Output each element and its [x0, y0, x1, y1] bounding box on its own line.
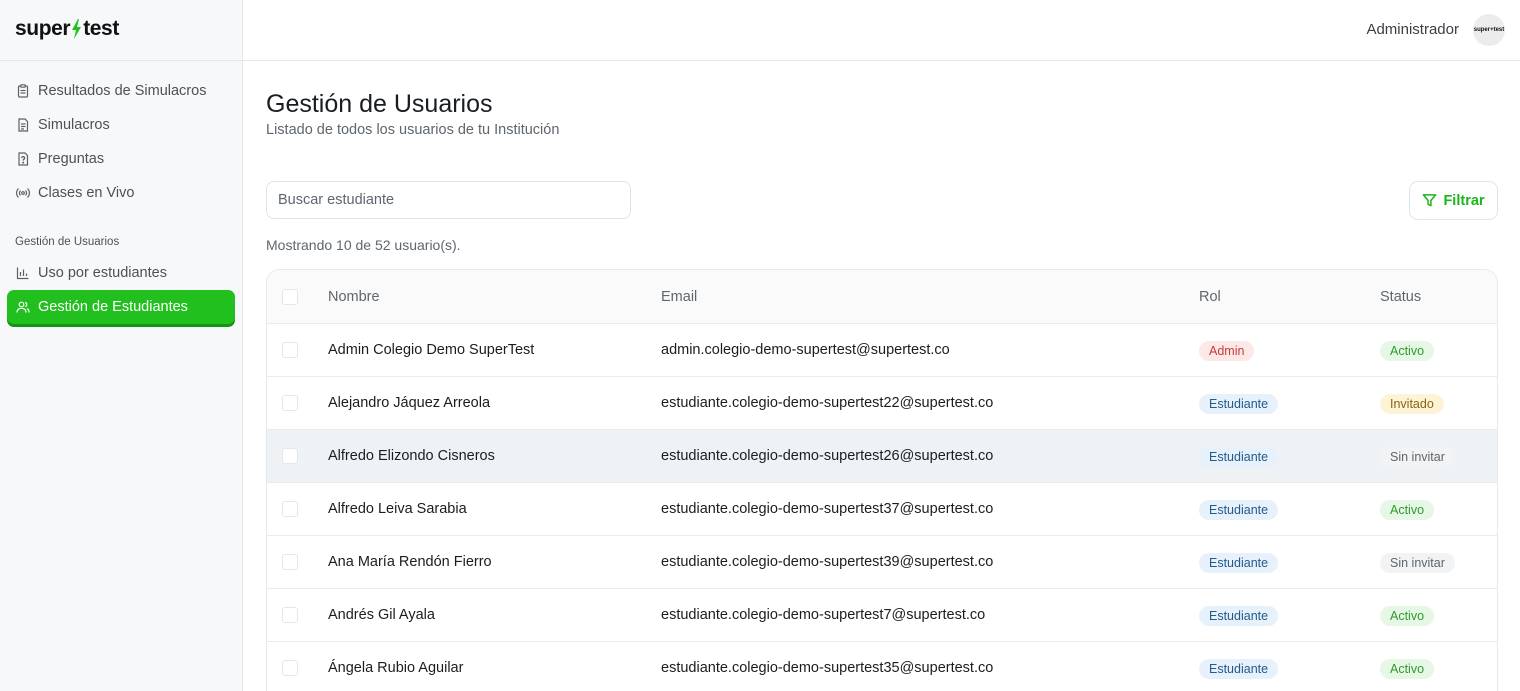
sidebar-item-label: Resultados de Simulacros [38, 83, 207, 99]
table-header: Nombre Email Rol Status [267, 270, 1497, 324]
results-count: Mostrando 10 de 52 usuario(s). [266, 237, 461, 253]
sidebar-item-uso-por-estudiantes[interactable]: Uso por estudiantes [7, 256, 235, 290]
logo-text-super: super [15, 17, 71, 40]
row-checkbox[interactable] [282, 448, 298, 464]
logo-text-test: test [83, 17, 119, 40]
role-badge: Estudiante [1199, 659, 1279, 679]
users-icon [16, 300, 30, 314]
user-email-cell: estudiante.colegio-demo-supertest26@supe… [661, 448, 994, 464]
sidebar-item-label: Simulacros [38, 117, 110, 133]
role-badge: Admin [1199, 341, 1255, 361]
row-checkbox[interactable] [282, 342, 298, 358]
user-name-cell: Ángela Rubio Aguilar [328, 660, 464, 676]
question-file-icon [16, 152, 30, 166]
sidebar-item-gestion-de-estudiantes[interactable]: Gestión de Estudiantes [7, 290, 235, 324]
role-badge: Estudiante [1199, 500, 1279, 520]
status-badge: Sin invitar [1380, 553, 1455, 573]
row-checkbox[interactable] [282, 660, 298, 676]
broadcast-icon [16, 186, 30, 200]
lightning-bolt-icon [72, 19, 82, 39]
user-name-cell: Admin Colegio Demo SuperTest [328, 342, 535, 358]
filter-button[interactable]: Filtrar [1409, 181, 1498, 220]
user-name-cell: Ana María Rendón Fierro [328, 554, 492, 570]
row-checkbox[interactable] [282, 554, 298, 570]
sidebar-item-simulacros[interactable]: Simulacros [7, 108, 235, 142]
user-email-cell: admin.colegio-demo-supertest@supertest.c… [661, 342, 950, 358]
user-email-cell: estudiante.colegio-demo-supertest39@supe… [661, 554, 994, 570]
user-name-cell: Alfredo Leiva Sarabia [328, 501, 467, 517]
avatar-logo-text: super+test [1473, 27, 1505, 33]
role-badge: Estudiante [1199, 606, 1279, 626]
sidebar-item-label: Clases en Vivo [38, 185, 135, 201]
logo-divider [0, 60, 243, 61]
user-name[interactable]: Administrador [1366, 21, 1459, 38]
user-email-cell: estudiante.colegio-demo-supertest7@super… [661, 607, 986, 623]
column-header-status[interactable]: Status [1380, 289, 1421, 305]
bar-chart-icon [16, 266, 30, 280]
status-badge: Activo [1380, 500, 1435, 520]
filter-icon [1423, 194, 1437, 207]
sidebar-section-label: Gestión de Usuarios [15, 236, 120, 248]
table-row[interactable]: Ángela Rubio Aguilar estudiante.colegio-… [267, 642, 1497, 691]
status-badge: Activo [1380, 606, 1435, 626]
sidebar-item-clases-en-vivo[interactable]: Clases en Vivo [7, 176, 235, 210]
user-email-cell: estudiante.colegio-demo-supertest37@supe… [661, 501, 994, 517]
sidebar: super test Resultados de Simulacros Simu… [0, 0, 243, 691]
row-checkbox[interactable] [282, 607, 298, 623]
row-checkbox[interactable] [282, 501, 298, 517]
sidebar-item-label: Uso por estudiantes [38, 265, 167, 281]
sidebar-item-preguntas[interactable]: Preguntas [7, 142, 235, 176]
document-icon [16, 118, 30, 132]
role-badge: Estudiante [1199, 394, 1279, 414]
table-row[interactable]: Alfredo Leiva Sarabia estudiante.colegio… [267, 483, 1497, 536]
status-badge: Activo [1380, 659, 1435, 679]
role-badge: Estudiante [1199, 553, 1279, 573]
user-email-cell: estudiante.colegio-demo-supertest35@supe… [661, 660, 994, 676]
supertest-logo[interactable]: super test [15, 16, 119, 42]
status-badge: Invitado [1380, 394, 1444, 414]
search-input[interactable] [266, 181, 631, 219]
table-row[interactable]: Alfredo Elizondo Cisneros estudiante.col… [267, 430, 1497, 483]
sidebar-item-resultados-simulacros[interactable]: Resultados de Simulacros [7, 74, 235, 108]
row-checkbox[interactable] [282, 395, 298, 411]
column-header-email[interactable]: Email [661, 289, 697, 305]
page-subtitle: Listado de todos los usuarios de tu Inst… [266, 122, 560, 138]
table-row[interactable]: Admin Colegio Demo SuperTest admin.coleg… [267, 324, 1497, 377]
user-name-cell: Andrés Gil Ayala [328, 607, 435, 623]
select-all-checkbox[interactable] [282, 289, 298, 305]
role-badge: Estudiante [1199, 447, 1279, 467]
users-table: Nombre Email Rol Status Admin Colegio De… [266, 269, 1498, 691]
sidebar-item-label: Gestión de Estudiantes [38, 299, 188, 315]
clipboard-icon [16, 84, 30, 98]
table-row[interactable]: Alejandro Jáquez Arreola estudiante.cole… [267, 377, 1497, 430]
status-badge: Sin invitar [1380, 447, 1455, 467]
table-row[interactable]: Ana María Rendón Fierro estudiante.coleg… [267, 536, 1497, 589]
user-email-cell: estudiante.colegio-demo-supertest22@supe… [661, 395, 994, 411]
table-row[interactable]: Andrés Gil Ayala estudiante.colegio-demo… [267, 589, 1497, 642]
column-header-role[interactable]: Rol [1199, 289, 1221, 305]
sidebar-item-label: Preguntas [38, 151, 105, 167]
column-header-name[interactable]: Nombre [328, 289, 380, 305]
top-header: Administrador super+test [243, 0, 1520, 61]
filter-button-label: Filtrar [1443, 192, 1485, 209]
user-name-cell: Alejandro Jáquez Arreola [328, 395, 491, 411]
user-name-cell: Alfredo Elizondo Cisneros [328, 448, 495, 464]
status-badge: Activo [1380, 341, 1435, 361]
page-title: Gestión de Usuarios [266, 90, 493, 118]
avatar[interactable]: super+test [1473, 14, 1505, 46]
